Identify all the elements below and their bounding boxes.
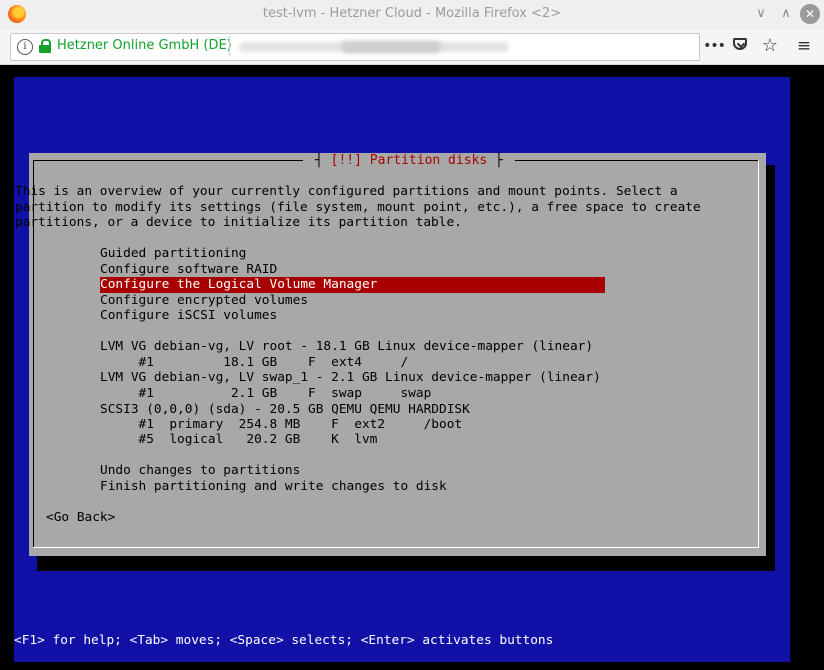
menu-item-lvm-selected[interactable]: Configure the Logical Volume Manager [100, 277, 605, 293]
sda-partition-5[interactable]: #5 logical 20.2 GB K lvm [100, 432, 605, 448]
console-screen[interactable]: ┤ [!!] Partition disks ├ This is an over… [0, 65, 824, 670]
dialog-title-text: [!!] Partition disks [330, 153, 488, 168]
url-separator [229, 36, 230, 56]
maximize-button[interactable]: ∧ [776, 4, 796, 24]
go-back-button[interactable]: <Go Back> [46, 510, 115, 526]
site-info-icon[interactable]: i [17, 39, 33, 55]
menu-item-encrypted-volumes[interactable]: Configure encrypted volumes [100, 293, 605, 309]
site-identity-label[interactable]: Hetzner Online GmbH (DE) [57, 38, 232, 53]
sda-partition-1[interactable]: #1 primary 254.8 MB F ext2 /boot [100, 417, 605, 433]
lock-icon[interactable] [39, 39, 51, 53]
navigation-toolbar: i Hetzner Online GmbH (DE) ••• ☆ ≡ [0, 30, 824, 65]
intro-line-1: This is an overview of your currently co… [15, 184, 678, 199]
window-titlebar: test-lvm - Hetzner Cloud - Mozilla Firef… [0, 0, 824, 30]
help-line: <F1> for help; <Tab> moves; <Space> sele… [14, 633, 554, 648]
lvm-swap-partition[interactable]: #1 2.1 GB F swap swap [100, 386, 605, 402]
lvm-root-device[interactable]: LVM VG debian-vg, LV root - 18.1 GB Linu… [100, 339, 605, 355]
intro-line-2: partition to modify its settings (file s… [15, 200, 701, 215]
lvm-root-partition[interactable]: #1 18.1 GB F ext4 / [100, 355, 605, 371]
page-actions-icon[interactable]: ••• [703, 36, 726, 56]
menu-item-guided-partitioning[interactable]: Guided partitioning [100, 246, 605, 262]
bookmark-star-icon[interactable]: ☆ [760, 36, 780, 56]
url-bar[interactable]: i Hetzner Online GmbH (DE) [10, 33, 700, 61]
menu-item-iscsi-volumes[interactable]: Configure iSCSI volumes [100, 308, 605, 324]
hamburger-menu-icon[interactable]: ≡ [794, 36, 814, 56]
lvm-swap-device[interactable]: LVM VG debian-vg, LV swap_1 - 2.1 GB Lin… [100, 370, 605, 386]
minimize-button[interactable]: ∨ [751, 4, 771, 24]
menu-item-undo-changes[interactable]: Undo changes to partitions [100, 463, 605, 479]
intro-line-3: partitions, or a device to initialize it… [15, 215, 462, 230]
close-window-button[interactable]: ✕ [800, 4, 820, 24]
scsi-disk-device[interactable]: SCSI3 (0,0,0) (sda) - 20.5 GB QEMU QEMU … [100, 402, 605, 418]
pocket-icon[interactable] [732, 36, 750, 56]
menu-item-finish-partitioning[interactable]: Finish partitioning and write changes to… [100, 479, 605, 495]
dialog-title: ┤ [!!] Partition disks ├ [303, 153, 515, 169]
window-title: test-lvm - Hetzner Cloud - Mozilla Firef… [262, 6, 562, 21]
url-text-redacted-dark [341, 41, 441, 53]
menu-item-software-raid[interactable]: Configure software RAID [100, 262, 605, 278]
